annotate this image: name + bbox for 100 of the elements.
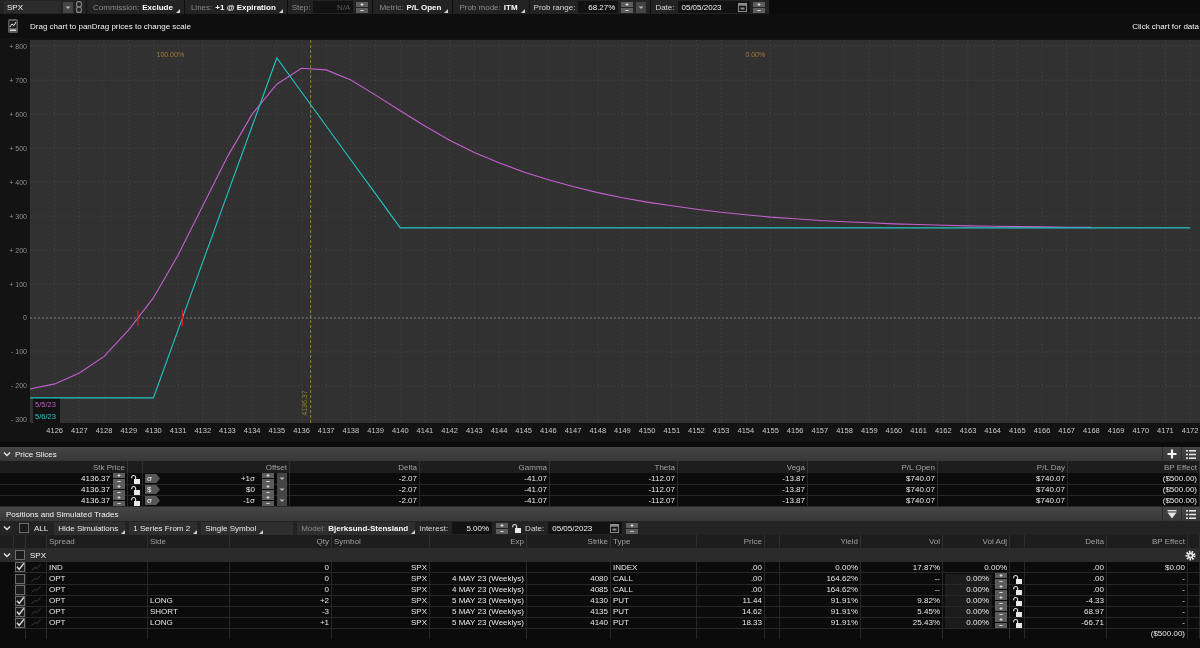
table-cell: -- [861,584,943,596]
stepper-icon[interactable] [752,1,765,13]
dropdown-button[interactable]: Commission: Exclude [91,0,180,14]
stepper-icon[interactable] [262,495,274,506]
offset-type-tag[interactable]: σ [145,496,160,505]
section-title: Positions and Simulated Trades [5,509,119,519]
interest-field[interactable]: 5.00% [452,522,493,534]
column-header[interactable]: Vega [678,461,808,473]
stepper-icon[interactable] [995,606,1007,617]
table-cell: -66.71 [1025,617,1107,629]
padlock-icon[interactable] [1012,584,1022,595]
table-cell: 4080 [527,573,611,585]
stepper-icon[interactable] [995,573,1007,584]
dropdown-button[interactable]: 1 Series From 2 [129,521,198,535]
dropdown-button[interactable]: Metric: P/L Open [377,0,449,14]
stepper-icon[interactable] [626,522,639,534]
stepper-icon[interactable] [113,473,125,484]
table-cell: PUT [611,606,697,618]
table-cell: -4.33 [1025,595,1107,607]
vol-adjust-field[interactable]: 0.00% [945,573,992,584]
offset-type-tag[interactable]: σ [145,474,160,483]
chevron-down-icon[interactable] [3,524,11,532]
chart-icon[interactable] [8,19,18,33]
dropdown-button[interactable]: Model: Bjerksund-Stensland [297,521,416,535]
table-cell: - [1107,595,1188,607]
vol-adjust-field[interactable]: 0.00% [945,595,992,606]
stock-price-value: 4136.37 [81,485,110,494]
vol-adjust-field[interactable]: 0.00% [945,584,992,595]
group-name: SPX [30,550,46,560]
table-cell: 4 MAY 23 (Weeklys) [430,573,527,585]
vol-adjust-field[interactable]: 0.00% [945,606,992,617]
checkbox[interactable] [15,550,25,560]
column-header[interactable]: Delta [290,461,420,473]
dropdown-button[interactable]: Lines: +1 @ Expiration [188,0,283,14]
padlock-icon[interactable] [1012,573,1022,584]
padlock-icon[interactable] [130,473,140,484]
calendar-icon[interactable] [610,523,620,533]
date-field[interactable]: 05/05/2023 [677,1,750,13]
table-cell: PUT [611,617,697,629]
padlock-icon[interactable] [130,484,140,495]
chevron-down-icon[interactable] [3,450,11,458]
menu-icon[interactable] [1186,449,1196,459]
checkbox[interactable] [14,573,25,584]
padlock-icon[interactable] [1012,617,1022,628]
stepper-icon[interactable] [995,617,1007,628]
table-cell: - [1107,606,1188,618]
plus-icon[interactable] [1167,449,1177,459]
padlock-icon[interactable] [512,523,522,533]
table-cell: 14.62 [697,606,765,618]
checkbox[interactable] [19,523,29,533]
table-cell: -13.87 [678,484,808,496]
down-arrow-icon[interactable] [1167,509,1177,519]
stepper-icon[interactable] [356,1,369,13]
table-cell: - [1107,584,1188,596]
chevron-down-icon[interactable] [3,551,11,559]
column-header[interactable]: P/L Open [808,461,938,473]
table-cell: ($500.00) [1068,484,1200,496]
symbol-field[interactable]: SPX [4,1,60,13]
chart-hint: Click chart for data [1132,21,1199,31]
table-cell: PUT [611,595,697,607]
column-header[interactable]: BP Effect [1068,461,1200,473]
table-cell: -13.87 [678,473,808,485]
padlock-icon[interactable] [130,495,140,506]
menu-icon[interactable] [1186,509,1196,519]
date-field[interactable]: 05/05/2023 [548,522,623,534]
table-cell: .00 [1025,573,1107,585]
stepper-icon[interactable] [113,484,125,495]
group-row[interactable]: SPX [0,548,1200,562]
stepper-icon[interactable] [995,595,1007,606]
stepper-icon[interactable] [113,495,125,506]
stepper-icon[interactable] [496,522,509,534]
checkbox[interactable] [14,595,25,606]
calendar-icon[interactable] [737,2,747,12]
stepper-icon[interactable] [621,1,634,13]
dropdown-button[interactable]: Single Symbol [201,521,294,535]
column-header[interactable]: Gamma [420,461,550,473]
column-header[interactable]: Theta [550,461,678,473]
dropdown-button[interactable]: Prob mode: ITM [457,0,525,14]
offset-value: $0 [246,485,255,494]
table-cell: - [1107,573,1188,585]
checkbox[interactable] [14,617,25,628]
column-header[interactable]: P/L Day [938,461,1068,473]
checkbox[interactable] [14,562,25,572]
dropdown-button[interactable]: Hide Simulations [54,521,126,535]
table-cell: 0 [230,562,332,573]
checkbox[interactable] [14,606,25,617]
table-cell: SPX [332,595,430,607]
vol-adjust-field[interactable]: 0.00% [945,617,992,628]
table-cell: - [1107,617,1188,629]
padlock-icon[interactable] [1012,606,1022,617]
link-icon[interactable] [76,1,82,13]
checkbox[interactable] [14,584,25,595]
settings-icon[interactable] [1185,549,1196,561]
prob-range-field[interactable]: 68.27% [578,1,619,13]
offset-type-tag[interactable]: $ [145,485,160,494]
table-cell: 91.91% [780,606,861,618]
stepper-icon[interactable] [995,584,1007,595]
stepper-icon[interactable] [262,484,274,495]
padlock-icon[interactable] [1012,595,1022,606]
stepper-icon[interactable] [262,473,274,484]
